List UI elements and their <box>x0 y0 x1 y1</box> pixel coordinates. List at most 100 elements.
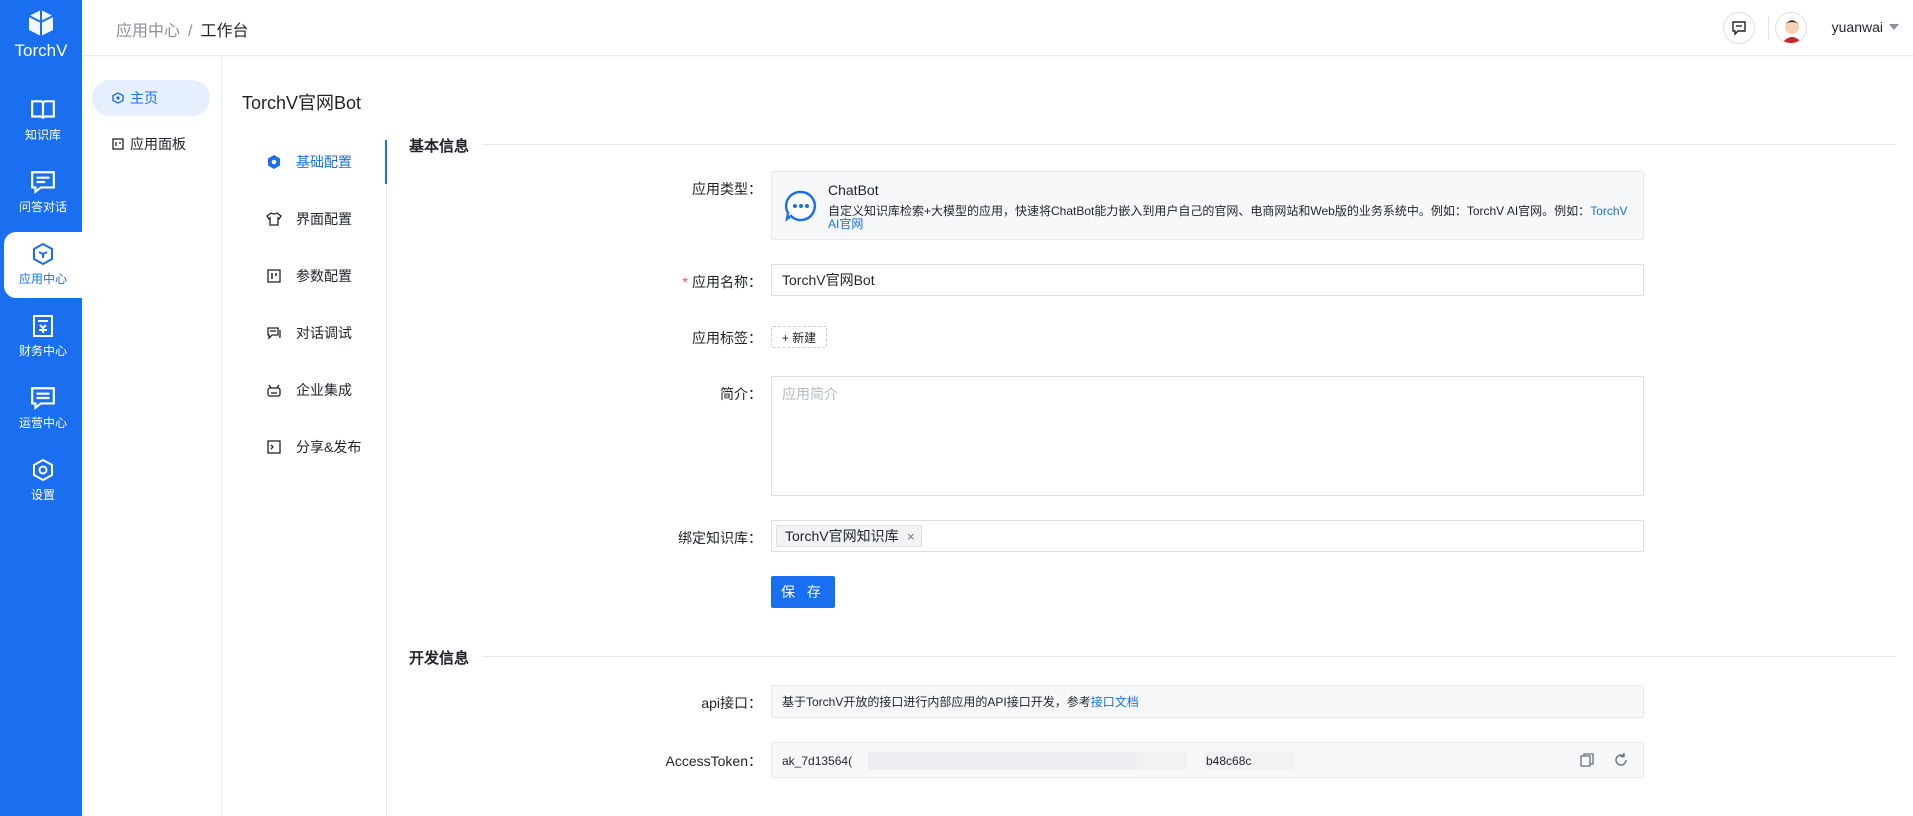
debug-chat-icon <box>267 327 281 340</box>
side-nav-home[interactable]: 主页 <box>92 80 210 116</box>
username[interactable]: yuanwai <box>1832 19 1883 35</box>
rail-item-operations[interactable]: 运营中心 <box>4 376 82 442</box>
rail-item-label: 问答对话 <box>18 200 67 214</box>
rail-item-finance[interactable]: 财务中心 <box>4 304 82 370</box>
app-center-icon <box>33 242 53 266</box>
config-tab-label: 参数配置 <box>296 268 352 284</box>
avatar-icon <box>1782 20 1802 43</box>
field-label-kb: 绑定知识库： <box>678 530 762 546</box>
rail-item-label: 应用中心 <box>18 272 67 286</box>
brand-logo[interactable]: TorchV <box>0 8 82 61</box>
add-tag-button[interactable]: + 新建 <box>771 326 827 348</box>
chatbot-icon <box>784 190 816 222</box>
breadcrumb: 应用中心 / 工作台 <box>116 17 248 41</box>
torchv-logo-icon <box>28 10 54 36</box>
config-tab-label: 企业集成 <box>296 382 352 398</box>
rail-item-label: 财务中心 <box>18 344 67 358</box>
home-icon <box>112 92 124 104</box>
rail-item-knowledge[interactable]: 知识库 <box>4 88 82 154</box>
config-tab-label: 基础配置 <box>296 154 352 170</box>
tab-share-publish[interactable]: 分享&发布 <box>250 425 387 469</box>
section-divider <box>482 144 1895 145</box>
app-type-description: 自定义知识库检索+大模型的应用，快速将ChatBot能力嵌入到用户自己的官网、电… <box>828 205 1631 231</box>
book-icon <box>31 100 55 119</box>
copy-icon[interactable] <box>1579 752 1595 768</box>
label-text: 简介 <box>720 386 748 402</box>
api-doc-link[interactable]: 接口文档 <box>1091 693 1139 710</box>
rail-item-label: 设置 <box>30 488 55 502</box>
user-avatar[interactable] <box>1775 12 1807 44</box>
label-text: 应用标签 <box>692 330 748 346</box>
field-label-intro: 简介： <box>720 386 762 402</box>
label-text: 应用类型 <box>692 181 748 197</box>
rail-item-qa[interactable]: 问答对话 <box>4 160 82 226</box>
field-label-app-tags: 应用标签： <box>692 330 762 346</box>
header-divider <box>1768 16 1769 40</box>
config-tab-label: 对话调试 <box>296 325 352 341</box>
kb-tag-label: TorchV官网知识库 <box>785 528 899 544</box>
field-label-api: api接口： <box>701 695 762 711</box>
tab-chat-debug[interactable]: 对话调试 <box>250 311 387 355</box>
token-mask <box>1137 752 1187 770</box>
app-type-name: ChatBot <box>828 182 879 198</box>
share-icon <box>267 440 281 454</box>
shirt-icon <box>266 212 282 226</box>
token-mask <box>868 752 1168 770</box>
tab-ui-config[interactable]: 界面配置 <box>250 197 387 241</box>
integration-icon <box>267 384 281 397</box>
app-title: TorchV官网Bot <box>242 93 362 113</box>
message-icon <box>1732 21 1746 36</box>
token-prefix: ak_7d13564( <box>782 754 853 768</box>
side-nav-app-panel[interactable]: 应用面板 <box>92 126 210 162</box>
label-text: 应用名称 <box>692 274 748 290</box>
breadcrumb-workbench: 工作台 <box>200 23 249 40</box>
rail-item-settings[interactable]: 设置 <box>4 448 82 514</box>
breadcrumb-app-center[interactable]: 应用中心 <box>116 23 180 40</box>
secondary-sidebar: 主页 应用面板 <box>82 56 222 816</box>
refresh-icon[interactable] <box>1613 752 1629 768</box>
finance-icon <box>33 315 53 337</box>
chevron-down-icon[interactable] <box>1889 24 1899 30</box>
top-header: 应用中心 / 工作台 yuanwai <box>82 0 1913 56</box>
side-nav-label: 主页 <box>130 90 158 106</box>
kb-tag: TorchV官网知识库 × <box>776 525 922 547</box>
config-tab-label: 分享&发布 <box>296 439 362 455</box>
section-divider <box>482 656 1895 657</box>
operations-icon <box>31 387 55 410</box>
config-nav: 基础配置 界面配置 参数配置 对话调试 企业集成 分享&发布 <box>250 138 387 816</box>
field-label-token: AccessToken： <box>665 753 762 769</box>
app-type-card: ChatBot 自定义知识库检索+大模型的应用，快速将ChatBot能力嵌入到用… <box>771 171 1644 240</box>
close-icon[interactable]: × <box>907 529 915 544</box>
rail-item-app-center[interactable]: 应用中心 <box>4 232 82 298</box>
feedback-button[interactable] <box>1723 12 1755 44</box>
api-info-box: 基于TorchV开放的接口进行内部应用的API接口开发，参考 接口文档 <box>771 685 1644 718</box>
brand-name: TorchV <box>14 41 68 60</box>
field-label-app-type: 应用类型： <box>692 181 762 197</box>
access-token-field[interactable]: ak_7d13564( b48c68c <box>771 742 1644 778</box>
label-text: AccessToken <box>665 753 748 769</box>
settings-gear-icon <box>268 155 280 169</box>
label-text: api接口 <box>701 695 748 711</box>
side-nav-label: 应用面板 <box>130 136 186 152</box>
tab-enterprise-integration[interactable]: 企业集成 <box>250 368 387 412</box>
sliders-icon <box>267 269 281 283</box>
save-button[interactable]: 保 存 <box>771 576 835 608</box>
app-name-input[interactable]: TorchV官网Bot <box>771 264 1644 296</box>
rail-item-label: 知识库 <box>24 128 61 142</box>
tab-param-config[interactable]: 参数配置 <box>250 254 387 298</box>
section-title-dev: 开发信息 <box>409 650 470 667</box>
api-text: 基于TorchV开放的接口进行内部应用的API接口开发，参考 <box>782 695 1091 709</box>
panel-icon <box>112 138 124 150</box>
rail-item-label: 运营中心 <box>18 416 67 430</box>
settings-icon <box>33 458 53 482</box>
config-tab-label: 界面配置 <box>296 211 352 227</box>
intro-textarea[interactable]: 应用简介 <box>771 376 1644 496</box>
section-title-basic: 基本信息 <box>409 138 470 155</box>
chat-icon <box>31 171 55 194</box>
breadcrumb-separator: / <box>188 23 193 40</box>
label-text: 绑定知识库 <box>678 530 748 546</box>
tab-basic-config[interactable]: 基础配置 <box>250 140 387 184</box>
app-rail: TorchV 知识库 问答对话 应用中心 财务中心 运营中心 设置 <box>0 0 82 816</box>
field-label-app-name: * 应用名称： <box>682 274 762 290</box>
description-text: 自定义知识库检索+大模型的应用，快速将ChatBot能力嵌入到用户自己的官网、电… <box>828 204 1591 218</box>
